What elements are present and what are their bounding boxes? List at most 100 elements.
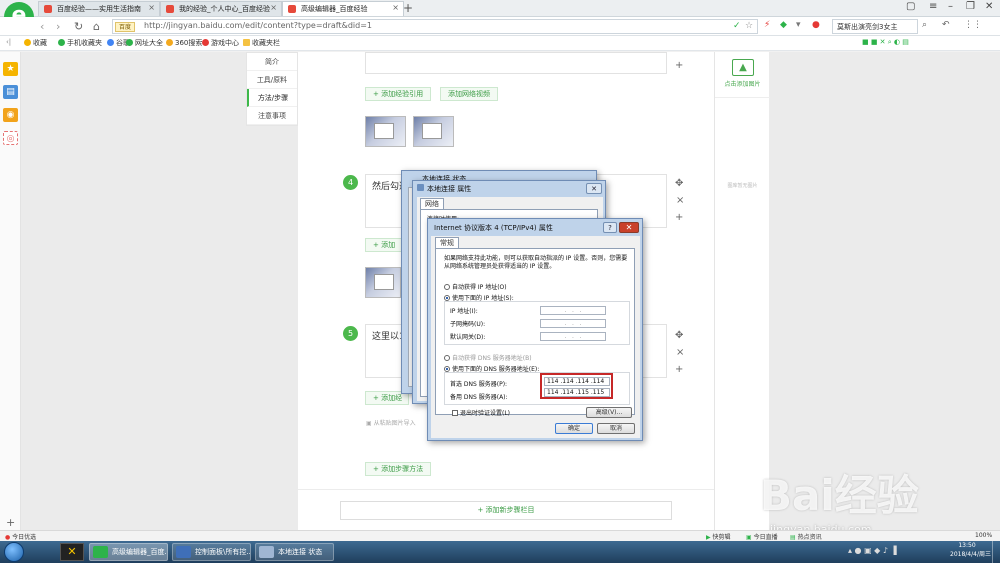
gateway-field[interactable]: . . . [540,332,606,341]
delete-icon[interactable]: × [676,347,684,358]
forward-icon[interactable]: › [56,20,60,33]
checkbox-icon [452,410,458,416]
add-image-link[interactable]: 点击添加图片 [715,79,770,88]
menu-icon[interactable]: ≡ [929,1,937,12]
side-nav-tools[interactable]: 工具/原料 [247,71,297,89]
browser-tab-bar: 百度经验——实用生活指南 × 我的经验_个人中心_百度经验 × 高级编辑器_百度… [0,0,1000,17]
advanced-button[interactable]: 高级(V)... [586,407,632,418]
clock[interactable]: 13:50 2018/4/4/周三 [950,542,991,558]
step-image-thumbnail[interactable] [365,116,406,147]
side-nav-intro[interactable]: 简介 [247,53,297,71]
search-input[interactable]: 莫斯出演亮剑3女主 [832,19,918,34]
url-text[interactable]: http://jingyan.baidu.com/edit/content?ty… [144,21,372,30]
app-icon[interactable]: ◎ [3,131,18,145]
tray-icons[interactable]: ▴ ● ▣ ◆ ♪ ▐ [848,546,897,555]
verified-shield-icon[interactable]: ✓ [733,21,741,31]
back-icon[interactable]: ‹ [40,20,44,33]
bookmark-360[interactable]: 360搜索 [166,38,202,48]
step-image-thumbnail[interactable] [365,267,401,298]
cancel-button[interactable]: 取消 [597,423,635,434]
status-item-news[interactable]: ▤ 热点资讯 [790,532,822,541]
status-item-quick-edit[interactable]: ▶ 快剪辑 [706,532,731,541]
side-nav-steps[interactable]: 方法/步骤 [247,89,297,107]
bookmark-favorites[interactable]: 收藏 [24,38,47,48]
ok-button[interactable]: 确定 [555,423,593,434]
extensions-icon[interactable]: ⋮⋮ [964,20,982,30]
step-image-thumbnail[interactable] [413,116,454,147]
pin-icon[interactable]: ▢ [906,1,915,12]
refresh-icon[interactable]: ↻ [74,20,83,33]
restore-icon[interactable]: ❐ [966,1,975,12]
taskbar-item-connection-status[interactable]: 本地连接 状态 [255,543,334,561]
app-pinned-icon[interactable]: ✕ [60,543,84,561]
close-icon[interactable]: × [392,3,399,12]
today-picks[interactable]: ● 今日优选 [5,532,36,541]
add-icon[interactable]: + [675,60,683,71]
close-icon[interactable]: × [270,3,277,12]
new-tab-icon[interactable]: + [403,1,413,15]
bookmark-folder[interactable]: 收藏夹栏 [243,38,280,48]
add-icon[interactable]: + [675,212,683,223]
tab-network[interactable]: 网络 [420,198,444,209]
tab-general[interactable]: 常规 [435,237,459,248]
validate-checkbox[interactable]: 退出时验证设置(L) [452,408,510,417]
delete-icon[interactable]: × [676,195,684,206]
minimize-icon[interactable]: – [948,1,953,12]
address-bar[interactable]: 百度 http://jingyan.baidu.com/edit/content… [112,19,758,34]
move-icon[interactable]: ✥ [675,178,683,189]
taskbar-item-control-panel[interactable]: 控制面板\所有控... [172,543,251,561]
taskbar-item-browser[interactable]: 高级编辑器_百度... [89,543,168,561]
star-icon[interactable]: ☆ [745,21,753,31]
window-close-icon[interactable]: ✕ [985,1,993,12]
side-nav-notes[interactable]: 注意事项 [247,107,297,125]
add-step-button[interactable]: + 添加步骤方法 [365,462,432,476]
close-icon[interactable]: ✕ [619,222,639,233]
alternate-dns-field[interactable]: 114 .114 .115 .115 [544,388,610,397]
lightning-icon[interactable]: ⚡ [764,20,770,30]
tab-baidu-jingyan[interactable]: 百度经验——实用生活指南 × [38,1,160,16]
bookmark-hao[interactable]: 网址大全 [126,38,163,48]
start-button-icon[interactable] [4,542,24,562]
add-section-button[interactable]: + 添加新步骤栏目 [340,501,672,520]
divider [715,97,770,98]
hot-icon[interactable]: ● [812,20,820,30]
help-icon[interactable]: ? [603,222,617,233]
add-image-icon[interactable]: ▲ [732,59,754,76]
sidebar-toggle-icon[interactable]: ‹| [6,38,11,46]
network-icon [417,184,424,191]
tab-my-jingyan[interactable]: 我的经验_个人中心_百度经验 × [160,1,282,16]
notes-icon[interactable]: ▤ [3,85,18,99]
close-icon[interactable]: × [148,3,155,12]
tab-advanced-editor[interactable]: 高级编辑器_百度经验 × [282,1,404,16]
auto-ip-radio[interactable]: 自动获得 IP 地址(O) [444,282,507,291]
preferred-dns-label: 首选 DNS 服务器(P): [450,381,508,388]
status-item-live[interactable]: ▣ 今日直播 [746,532,778,541]
subnet-mask-field[interactable]: . . . [540,319,606,328]
step-text-box[interactable] [365,52,667,74]
close-icon[interactable]: ✕ [586,183,602,194]
history-icon[interactable]: ↶ [942,20,950,30]
bookmark-games[interactable]: 游戏中心 [202,38,239,48]
import-hint[interactable]: ▣ 从粘贴图片导入 [366,418,416,427]
add-video-button[interactable]: 添加网络视频 [440,87,498,101]
add-icon[interactable]: + [6,516,15,529]
weibo-icon[interactable]: ◉ [3,108,18,122]
home-icon[interactable]: ⌂ [93,20,100,33]
bookmark-mobile[interactable]: 手机收藏夹 [58,38,102,48]
search-icon[interactable]: ⌕ [922,20,927,30]
add-citation-button[interactable]: + 添加 [365,238,405,252]
secure-badge[interactable]: 百度 [115,22,136,32]
image-panel: ▲ 点击添加图片 图库暂无图片 [714,52,770,530]
dropdown-icon[interactable]: ▾ [796,20,801,30]
auto-dns-radio[interactable]: 自动获得 DNS 服务器地址(B) [444,353,532,362]
add-citation-button[interactable]: + 添加经验引用 [365,87,432,101]
show-desktop-button[interactable] [992,541,1000,563]
ip-address-field[interactable]: . . . [540,306,606,315]
zoom-level[interactable]: 100% [975,532,992,539]
toolbar-icons[interactable]: ■ ■ ✕ ⌕ ◐ ▤ [862,38,909,47]
favorites-icon[interactable]: ★ [3,62,18,76]
security-icon[interactable]: ◆ [780,20,787,30]
move-icon[interactable]: ✥ [675,330,683,341]
preferred-dns-field[interactable]: 114 .114 .114 .114 [544,377,610,386]
add-icon[interactable]: + [675,364,683,375]
